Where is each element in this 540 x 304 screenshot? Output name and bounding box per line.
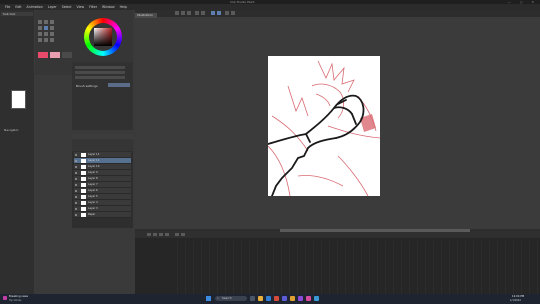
visibility-icon[interactable] bbox=[75, 178, 77, 180]
new-icon[interactable] bbox=[175, 11, 179, 15]
office-icon[interactable] bbox=[274, 296, 279, 301]
layer-thumbnail bbox=[81, 201, 86, 205]
layer-thumbnail bbox=[81, 153, 86, 157]
layer-toolbar bbox=[72, 139, 133, 151]
next-frame-icon[interactable] bbox=[165, 233, 169, 236]
layer-thumbnail bbox=[81, 165, 86, 169]
visibility-icon[interactable] bbox=[75, 154, 77, 156]
eraser-tool-icon[interactable] bbox=[38, 26, 42, 30]
layer-thumbnail bbox=[81, 159, 86, 163]
command-bar bbox=[135, 10, 540, 17]
main-color-swatch[interactable] bbox=[38, 52, 48, 58]
text-tool-icon[interactable] bbox=[38, 32, 42, 36]
sub-color-swatch[interactable] bbox=[50, 52, 60, 58]
brush-tool-icon[interactable] bbox=[50, 20, 54, 24]
sketch-artwork bbox=[268, 60, 380, 196]
select-icon[interactable] bbox=[211, 11, 215, 15]
search-placeholder: Search bbox=[222, 296, 232, 300]
pen-tool-icon[interactable] bbox=[38, 20, 42, 24]
stop-icon[interactable] bbox=[153, 233, 157, 236]
layer-thumbnail bbox=[81, 177, 86, 181]
task-view-icon[interactable] bbox=[250, 296, 255, 301]
edge-browser-icon[interactable] bbox=[266, 296, 271, 301]
visibility-icon[interactable] bbox=[75, 172, 77, 174]
save-icon[interactable] bbox=[187, 11, 191, 15]
menu-help[interactable]: Help bbox=[120, 5, 127, 9]
blend-tool-icon[interactable] bbox=[50, 38, 54, 42]
color-saturation-square[interactable] bbox=[94, 28, 112, 46]
news-icon[interactable] bbox=[3, 296, 7, 300]
layer-row[interactable]: Paper bbox=[74, 212, 131, 218]
play-icon[interactable] bbox=[147, 233, 151, 236]
figure-tool-icon[interactable] bbox=[44, 38, 48, 42]
discord-icon[interactable] bbox=[282, 296, 287, 301]
move-tool-icon[interactable] bbox=[44, 32, 48, 36]
navigator-thumbnail[interactable] bbox=[11, 90, 26, 109]
menu-view[interactable]: View bbox=[77, 5, 85, 9]
layer-thumbnail bbox=[81, 207, 86, 211]
visibility-icon[interactable] bbox=[75, 160, 77, 162]
visibility-icon[interactable] bbox=[75, 184, 77, 186]
menu-edit[interactable]: Edit bbox=[15, 5, 21, 9]
visibility-icon[interactable] bbox=[75, 196, 77, 198]
taskbar-search[interactable]: ⌕ Search bbox=[215, 296, 247, 301]
layer-thumbnail bbox=[81, 195, 86, 199]
redo-icon[interactable] bbox=[201, 11, 205, 15]
brush-preset-1[interactable] bbox=[75, 66, 125, 69]
menu-window[interactable]: Window bbox=[102, 5, 115, 9]
artboard[interactable] bbox=[268, 56, 380, 196]
timeline-frames[interactable] bbox=[170, 241, 540, 294]
pencil-tool-icon[interactable] bbox=[44, 20, 48, 24]
layer-thumbnail bbox=[81, 213, 86, 217]
clock-date[interactable]: 1/1/2024 bbox=[510, 299, 521, 302]
chrome-icon[interactable] bbox=[290, 296, 295, 301]
search-icon: ⌕ bbox=[217, 296, 219, 300]
layer-thumbnail bbox=[81, 183, 86, 187]
undo-icon[interactable] bbox=[195, 11, 199, 15]
sub-tool-panel bbox=[72, 62, 133, 130]
property-label: Brush settings bbox=[76, 84, 98, 88]
transform-icon[interactable] bbox=[217, 11, 221, 15]
brush-preset-3[interactable] bbox=[75, 76, 125, 79]
property-value-field[interactable] bbox=[108, 83, 130, 87]
canvas-tab[interactable]: Illustration bbox=[135, 13, 157, 18]
app-icon[interactable] bbox=[298, 296, 303, 301]
left-panel: Sub tool bbox=[0, 10, 34, 294]
layer-name: Paper bbox=[88, 213, 96, 216]
timeline-toolbar bbox=[135, 232, 540, 238]
ruler-icon[interactable] bbox=[231, 11, 235, 15]
visibility-icon[interactable] bbox=[75, 208, 77, 210]
menu-select[interactable]: Select bbox=[62, 5, 72, 9]
navigator-label: Navigator bbox=[4, 128, 19, 132]
app-icon[interactable] bbox=[306, 296, 311, 301]
file-explorer-icon[interactable] bbox=[258, 296, 263, 301]
onion-skin-icon[interactable] bbox=[181, 233, 185, 236]
visibility-icon[interactable] bbox=[75, 166, 77, 168]
layer-thumbnail bbox=[81, 171, 86, 175]
eyedropper-tool-icon[interactable] bbox=[50, 32, 54, 36]
gradient-tool-icon[interactable] bbox=[38, 38, 42, 42]
layer-thumbnail bbox=[81, 189, 86, 193]
selection-tool-icon[interactable] bbox=[44, 26, 48, 30]
prev-frame-icon[interactable] bbox=[159, 233, 163, 236]
notification-subtitle: Top stories bbox=[9, 298, 22, 302]
visibility-icon[interactable] bbox=[75, 214, 77, 216]
visibility-icon[interactable] bbox=[75, 190, 77, 192]
add-frame-icon[interactable] bbox=[175, 233, 179, 236]
menu-animation[interactable]: Animation bbox=[27, 5, 43, 9]
open-icon[interactable] bbox=[181, 11, 185, 15]
menu-layer[interactable]: Layer bbox=[48, 5, 57, 9]
fill-tool-icon[interactable] bbox=[50, 26, 54, 30]
brush-preset-2[interactable] bbox=[75, 71, 125, 74]
left-panel-header[interactable]: Sub tool bbox=[1, 12, 33, 16]
clip-studio-icon[interactable] bbox=[314, 296, 319, 301]
grid-icon[interactable] bbox=[225, 11, 229, 15]
windows-start-icon[interactable] bbox=[206, 296, 211, 301]
menu-file[interactable]: File bbox=[5, 5, 10, 9]
transparent-swatch[interactable] bbox=[62, 52, 72, 58]
menu-filter[interactable]: Filter bbox=[89, 5, 97, 9]
visibility-icon[interactable] bbox=[75, 202, 77, 204]
